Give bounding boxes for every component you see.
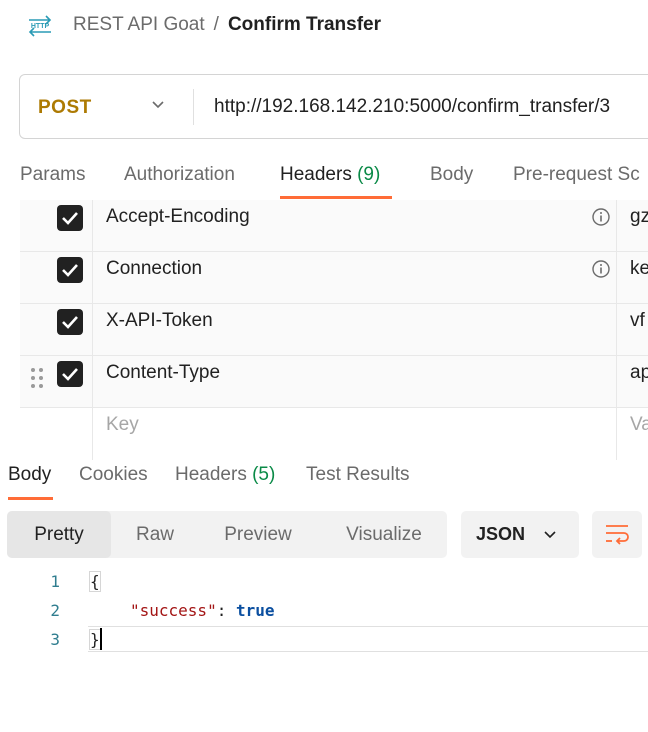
request-header: HTTP REST API Goat / Confirm Transfer [0, 0, 648, 52]
tab-cookies[interactable]: Cookies [79, 464, 148, 486]
table-row: Connection ke [20, 252, 648, 304]
column-divider [92, 356, 93, 408]
new-value-input[interactable]: Va [630, 414, 648, 436]
text-cursor [100, 628, 102, 650]
header-value[interactable]: ke [630, 258, 648, 280]
header-key[interactable]: X-API-Token [106, 310, 213, 332]
view-mode-selector: Pretty Raw Preview Visualize [7, 511, 447, 558]
method-select[interactable]: POST [38, 97, 92, 119]
tab-headers[interactable]: Headers (9) [280, 164, 380, 186]
column-divider [616, 408, 617, 460]
line-number: 2 [50, 601, 60, 620]
request-tabs: Params Authorization Headers (9) Body Pr… [0, 158, 648, 202]
tab-response-headers[interactable]: Headers (5) [175, 464, 275, 486]
http-icon: HTTP [28, 15, 52, 37]
tab-test-results[interactable]: Test Results [306, 464, 409, 486]
svg-text:HTTP: HTTP [31, 23, 50, 30]
header-value[interactable]: ap [630, 362, 648, 384]
drag-handle-icon[interactable] [30, 366, 44, 390]
line-number: 1 [50, 572, 60, 591]
header-value[interactable]: vf [630, 310, 645, 332]
breadcrumb-separator: / [213, 14, 219, 35]
view-pretty-button[interactable]: Pretty [7, 511, 111, 558]
table-row: Content-Type ap [20, 356, 648, 408]
code-line: "success": true [130, 601, 275, 620]
json-value: true [235, 601, 275, 620]
breadcrumb-collection[interactable]: REST API Goat [73, 14, 205, 35]
column-divider [92, 252, 93, 304]
code-close-brace: } [89, 629, 101, 650]
url-input[interactable]: http://192.168.142.210:5000/confirm_tran… [214, 96, 610, 118]
breadcrumb: REST API Goat / Confirm Transfer [73, 14, 381, 36]
headers-table: Accept-Encoding gz Connection ke X-API-T… [20, 200, 648, 460]
response-body-editor[interactable]: 1 2 3 { "success": true } [0, 568, 648, 658]
info-icon[interactable] [591, 259, 611, 279]
table-row: Accept-Encoding gz [20, 200, 648, 252]
column-divider [616, 200, 617, 252]
view-preview-button[interactable]: Preview [205, 511, 311, 558]
info-icon[interactable] [591, 207, 611, 227]
json-key: "success" [130, 601, 217, 620]
row-checkbox[interactable] [57, 205, 83, 231]
wrap-lines-button[interactable] [592, 511, 642, 558]
column-divider [92, 304, 93, 356]
header-key[interactable]: Connection [106, 258, 202, 280]
json-colon: : [216, 601, 236, 620]
view-visualize-button[interactable]: Visualize [325, 511, 443, 558]
tab-params[interactable]: Params [20, 164, 85, 186]
chevron-down-icon [544, 531, 556, 539]
new-key-input[interactable]: Key [106, 414, 139, 436]
format-select[interactable]: JSON [461, 511, 579, 558]
tab-response-body[interactable]: Body [8, 464, 51, 486]
header-key[interactable]: Accept-Encoding [106, 206, 250, 228]
column-divider [92, 200, 93, 252]
wrap-lines-icon [606, 525, 629, 545]
headers-count: (9) [357, 164, 381, 185]
column-divider [92, 408, 93, 460]
row-checkbox[interactable] [57, 309, 83, 335]
header-key[interactable]: Content-Type [106, 362, 220, 384]
active-tab-indicator [8, 497, 53, 500]
url-divider [193, 89, 194, 125]
chevron-down-icon[interactable] [150, 97, 166, 113]
current-line-highlight [88, 626, 648, 652]
table-row-new: Key Va [20, 408, 648, 460]
tab-body[interactable]: Body [430, 164, 473, 186]
format-label: JSON [476, 524, 526, 544]
url-bar: POST http://192.168.142.210:5000/confirm… [19, 74, 648, 139]
row-checkbox[interactable] [57, 361, 83, 387]
column-divider [616, 304, 617, 356]
tab-pre-request-script[interactable]: Pre-request Sc [513, 164, 640, 186]
view-raw-button[interactable]: Raw [117, 511, 193, 558]
table-row: X-API-Token vf [20, 304, 648, 356]
line-number: 3 [50, 630, 60, 649]
header-value[interactable]: gz [630, 206, 648, 228]
request-title[interactable]: Confirm Transfer [228, 14, 381, 35]
response-headers-count: (5) [252, 464, 276, 485]
tab-authorization[interactable]: Authorization [124, 164, 235, 186]
code-open-brace: { [89, 571, 101, 592]
column-divider [616, 252, 617, 304]
column-divider [616, 356, 617, 408]
row-checkbox[interactable] [57, 257, 83, 283]
active-tab-indicator [280, 196, 392, 199]
response-tabs: Body Cookies Headers (5) Test Results [0, 456, 648, 500]
